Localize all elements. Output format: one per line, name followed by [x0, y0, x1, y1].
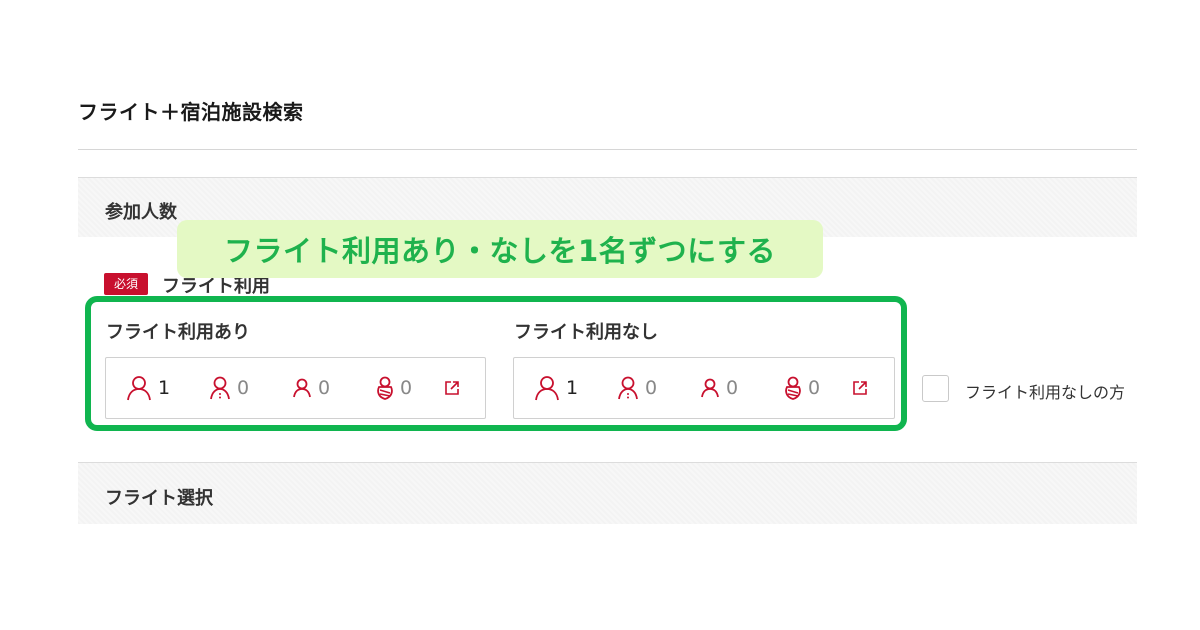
- adult-icon: [535, 376, 559, 401]
- infant-count-item[interactable]: 0: [784, 358, 820, 418]
- without-flight-checkbox[interactable]: [922, 375, 949, 402]
- with-flight-count-box[interactable]: 1 0 0 0: [105, 357, 486, 419]
- small-child-count-item[interactable]: 0: [292, 358, 330, 418]
- open-count-editor-button[interactable]: [852, 358, 868, 418]
- child-count-item[interactable]: 0: [209, 358, 249, 418]
- infant-count: 0: [400, 377, 413, 399]
- infant-icon: [785, 376, 801, 400]
- without-flight-label: フライト利用なし: [514, 322, 658, 343]
- adult-count-item[interactable]: 1: [126, 358, 170, 418]
- small-child-count: 0: [318, 377, 331, 399]
- without-flight-count-box[interactable]: 1 0 0 0: [513, 357, 895, 419]
- with-flight-label: フライト利用あり: [106, 322, 250, 343]
- flight-section-title: フライト選択: [105, 488, 213, 509]
- checkbox-label: フライト利用なしの方: [965, 383, 1126, 402]
- small-child-count: 0: [726, 377, 739, 399]
- adult-count: 1: [566, 377, 579, 399]
- adult-icon: [127, 376, 151, 401]
- required-badge: 必須: [104, 273, 148, 295]
- child-icon: [618, 376, 638, 400]
- page-title: フライト＋宿泊施設検索: [78, 100, 304, 124]
- child-icon: [210, 376, 230, 400]
- adult-count-item[interactable]: 1: [534, 358, 578, 418]
- small-child-icon: [293, 378, 311, 398]
- external-link-icon: [445, 381, 459, 395]
- small-child-icon: [701, 378, 719, 398]
- child-count: 0: [237, 377, 250, 399]
- child-count: 0: [645, 377, 658, 399]
- external-link-icon: [853, 381, 867, 395]
- infant-count: 0: [808, 377, 821, 399]
- open-count-editor-button[interactable]: [444, 358, 460, 418]
- title-divider: [78, 149, 1137, 150]
- small-child-count-item[interactable]: 0: [700, 358, 738, 418]
- adult-count: 1: [158, 377, 171, 399]
- infant-icon: [377, 376, 393, 400]
- child-count-item[interactable]: 0: [617, 358, 657, 418]
- flight-section-header: フライト選択: [78, 462, 1137, 524]
- infant-count-item[interactable]: 0: [376, 358, 412, 418]
- annotation-callout: フライト利用あり・なしを1名ずつにする: [177, 220, 823, 278]
- participants-section-title: 参加人数: [105, 202, 177, 223]
